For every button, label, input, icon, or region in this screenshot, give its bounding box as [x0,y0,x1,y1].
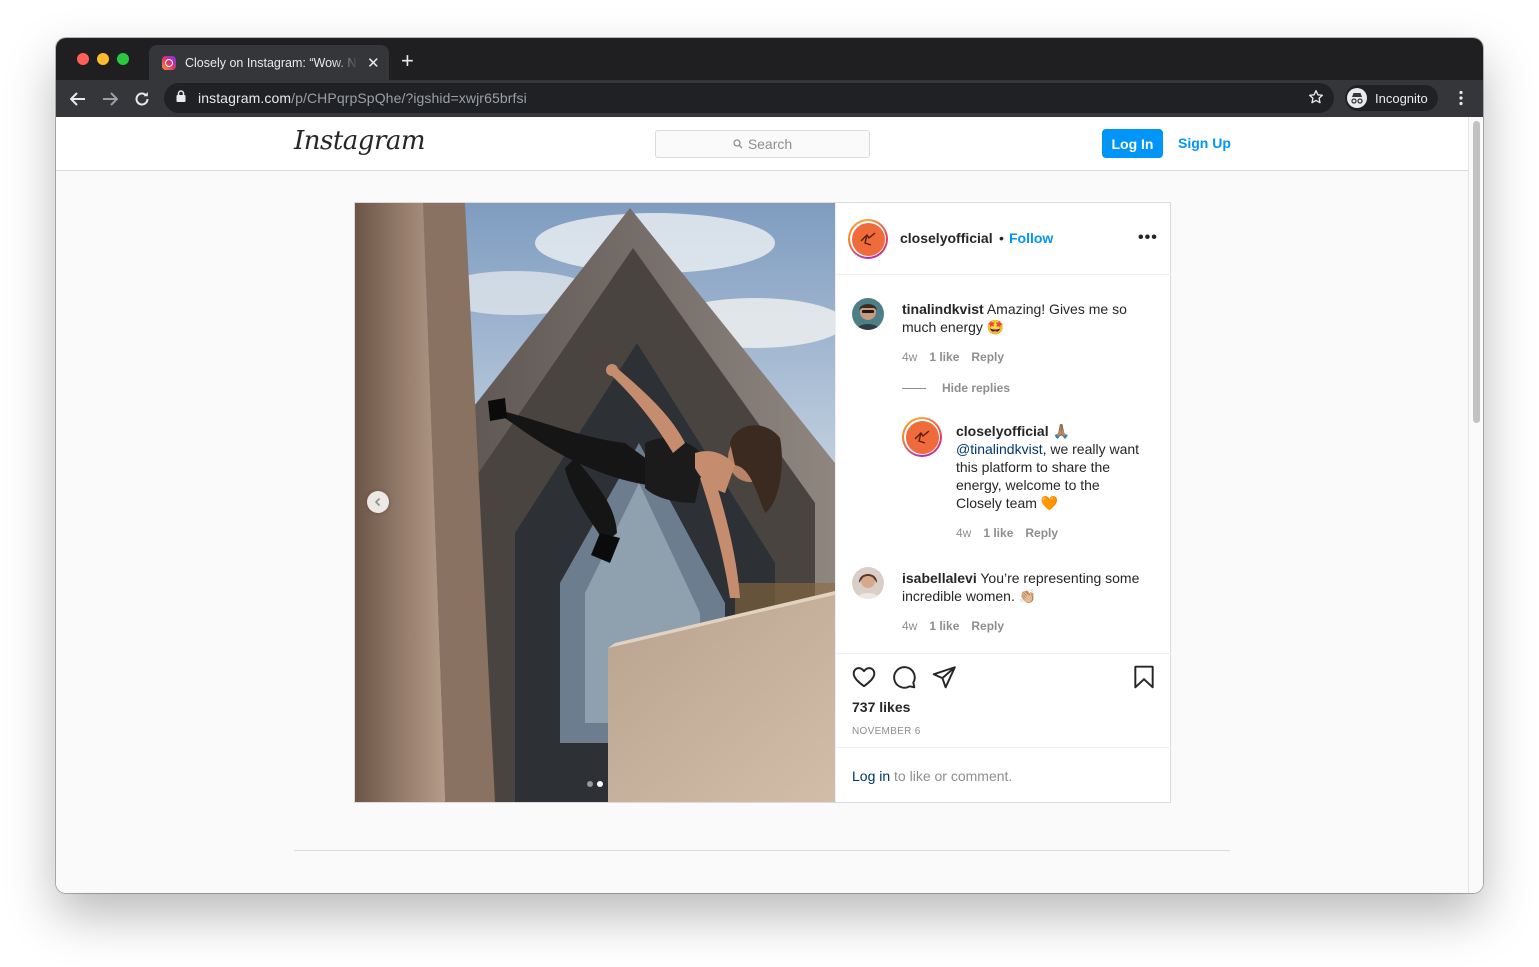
bookmark-icon[interactable] [1131,664,1157,695]
post-username[interactable]: closelyofficial [900,230,993,246]
heart-icon[interactable] [851,664,877,695]
comment-meta: 4w 1 like Reply [902,350,1004,364]
signup-link[interactable]: Sign Up [1178,135,1231,151]
lock-icon[interactable] [176,89,186,107]
post-card: closelyofficial • Follow ••• tinalindkvi… [354,202,1171,803]
login-suffix: to like or comment. [890,768,1013,784]
scrollbar-thumb[interactable] [1473,121,1480,423]
reply-button[interactable]: Reply [971,619,1004,633]
url-domain: instagram.com [198,90,292,106]
forward-icon[interactable] [99,88,121,110]
closely-logo-icon [905,420,939,454]
comment-meta: 4w 1 like Reply [902,619,1004,633]
login-prompt: Log in to like or comment. [836,747,1171,803]
url-path: /p/CHPqrpSpQhe/?igshid=xwjr65brfsi [291,90,527,106]
reply-meta: 4w 1 like Reply [956,526,1058,540]
post-header: closelyofficial • Follow ••• [836,203,1171,275]
post-photo-illustration [355,203,835,802]
incognito-label: Incognito [1375,90,1428,106]
avatar[interactable] [848,219,888,259]
comments-list: tinalindkvist Amazing! Gives me so much … [836,275,1171,653]
instagram-favicon-icon [162,55,176,70]
reply-age[interactable]: 4w [956,526,971,540]
commenter-avatar[interactable] [852,298,884,330]
url-text: instagram.com/p/CHPqrpSpQhe/?igshid=xwjr… [198,90,527,106]
page-viewport: Instagram Search Log In Sign Up closelyo… [56,117,1483,893]
instagram-logo[interactable]: Instagram [294,126,426,156]
hide-replies-button[interactable]: Hide replies [902,381,1010,395]
tab-instagram[interactable]: Closely on Instagram: “Wow. N ✕ [149,45,389,80]
comment-username[interactable]: tinalindkvist [902,301,984,317]
chevron-left-icon [374,497,381,507]
share-icon[interactable] [931,664,957,695]
comment-age[interactable]: 4w [902,619,917,633]
more-options-icon[interactable]: ••• [1138,229,1158,247]
footer-divider [294,850,1230,851]
tab-close-icon[interactable]: ✕ [367,54,380,72]
tab-title: Closely on Instagram: “Wow. N [185,55,357,70]
comment-likes[interactable]: 1 like [929,619,959,633]
carousel-dots [587,781,603,787]
incognito-icon [1347,88,1367,108]
comment-age[interactable]: 4w [902,350,917,364]
search-placeholder: Search [747,136,793,152]
post-side-panel: closelyofficial • Follow ••• tinalindkvi… [835,203,1171,802]
comment-likes[interactable]: 1 like [929,350,959,364]
reload-icon[interactable] [131,88,153,110]
kebab-menu-icon[interactable] [1453,90,1469,111]
search-icon [733,139,743,149]
browser-toolbar: instagram.com/p/CHPqrpSpQhe/?igshid=xwjr… [56,80,1483,117]
comment-text: tinalindkvist Amazing! Gives me so much … [902,300,1147,336]
reply-username[interactable]: closelyofficial [956,423,1049,439]
reply-reply-button[interactable]: Reply [1025,526,1058,540]
previous-image-button[interactable] [367,491,389,513]
instagram-header: Instagram Search Log In Sign Up [56,117,1468,171]
carousel-dot[interactable] [587,781,593,787]
separator-dot: • [999,230,1004,246]
hide-replies-label: Hide replies [942,381,1011,395]
new-tab-icon[interactable]: + [401,50,414,72]
reply-avatar[interactable] [902,417,942,457]
login-button[interactable]: Log In [1102,129,1163,158]
hide-replies-line [902,387,926,389]
star-icon[interactable] [1308,89,1324,110]
login-prompt-text: Log in to like or comment. [852,768,1012,784]
browser-window: Closely on Instagram: “Wow. N ✕ + instag… [56,38,1483,893]
carousel-dot-active[interactable] [597,781,603,787]
closely-logo-icon [851,222,885,256]
mention-link[interactable]: @tinalindkvist [956,441,1043,457]
login-link[interactable]: Log in [852,768,890,784]
reply-likes[interactable]: 1 like [983,526,1013,540]
back-icon[interactable] [67,88,89,110]
tab-bar: Closely on Instagram: “Wow. N ✕ + [56,38,1483,80]
address-bar[interactable]: instagram.com/p/CHPqrpSpQhe/?igshid=xwjr… [164,83,1334,113]
post-actions: 737 likes NOVEMBER 6 [836,653,1171,748]
minimize-window-button[interactable] [97,53,109,65]
post-photo[interactable] [355,203,835,802]
commenter-avatar[interactable] [852,567,884,599]
search-input[interactable]: Search [655,130,870,158]
reply-text: closelyofficial 🙏🏽 @tinalindkvist, we re… [956,422,1146,512]
comment-icon[interactable] [891,664,917,695]
incognito-profile-button[interactable]: Incognito [1345,85,1438,111]
reply-emoji: 🙏🏽 [1052,423,1070,439]
zoom-window-button[interactable] [117,53,129,65]
page-scrollbar[interactable] [1468,117,1483,893]
comment-username[interactable]: isabellalevi [902,570,977,586]
close-window-button[interactable] [77,53,89,65]
comment-text: isabellalevi You’re representing some in… [902,569,1147,605]
window-controls [77,53,129,65]
post-date[interactable]: NOVEMBER 6 [852,726,921,737]
reply-button[interactable]: Reply [971,350,1004,364]
follow-button[interactable]: Follow [1009,230,1053,246]
like-count[interactable]: 737 likes [852,699,910,715]
